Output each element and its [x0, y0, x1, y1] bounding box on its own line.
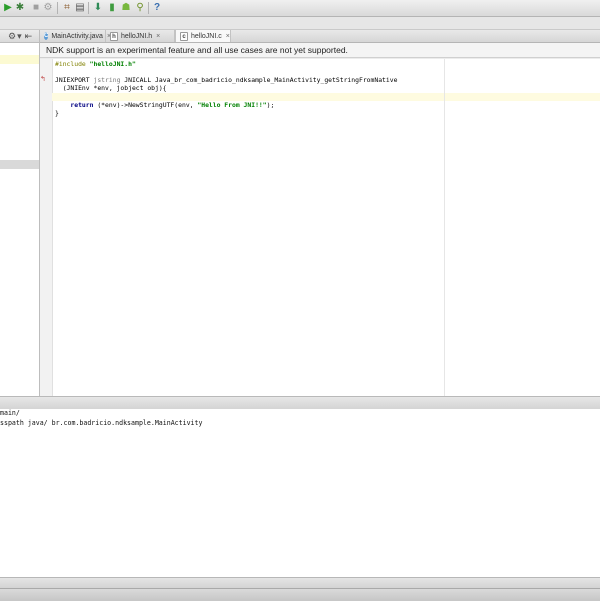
console-header[interactable] [0, 396, 600, 410]
tab-label: helloJNI.c [191, 32, 222, 40]
make-icon[interactable]: ⚙ [42, 1, 54, 15]
ndk-warning-banner: NDK support is an experimental feature a… [40, 43, 600, 58]
tab-hellojni-h[interactable]: h helloJNI.h × [106, 30, 175, 42]
monitor-icon[interactable]: ⚲ [134, 1, 146, 15]
editor-gutter[interactable]: ↰ [40, 59, 53, 396]
implements-marker-icon[interactable]: ↰ [40, 76, 46, 84]
tab-label: helloJNI.h [121, 32, 153, 40]
code-line-7[interactable]: } [55, 109, 59, 117]
toolbar-gap [0, 17, 600, 30]
tool-window-strip [0, 577, 600, 588]
ndk-warning-text: NDK support is an experimental feature a… [46, 45, 348, 55]
project-tree-highlight[interactable] [0, 55, 39, 64]
tab-label: MainActivity.java [51, 32, 103, 40]
project-structure-icon[interactable]: ▤ [74, 1, 86, 15]
android-icon[interactable]: ☗ [120, 1, 132, 15]
avd-manager-icon[interactable]: ▮ [106, 1, 118, 15]
chevron-down-icon[interactable]: ▾ [17, 31, 22, 42]
toolbar-separator [148, 2, 149, 14]
close-icon[interactable]: × [226, 33, 230, 40]
caret-line-highlight [52, 93, 600, 101]
header-file-icon: h [110, 31, 118, 41]
tab-main-activity[interactable]: C MainActivity.java × [40, 30, 111, 42]
tab-hellojni-c[interactable]: c helloJNI.c × [175, 30, 231, 42]
main-toolbar: ▶ ✱ ■ ⚙ ⌗ ▤ ⬇ ▮ ☗ ⚲ ? [0, 0, 600, 17]
project-tree-selected-row[interactable] [0, 160, 39, 169]
console-line: main/ [0, 409, 20, 417]
toolbar-separator [88, 2, 89, 14]
terminal-console[interactable]: main/ sspath java/ br.com.badricio.ndksa… [0, 409, 600, 577]
gear-icon[interactable]: ⚙ [8, 31, 16, 42]
code-editor[interactable]: ↰ #include "helloJNI.h" JNIEXPORT jstrin… [40, 59, 600, 396]
help-icon[interactable]: ? [151, 1, 163, 15]
code-line-6[interactable]: return (*env)->NewStringUTF(env, "Hello … [55, 101, 274, 109]
stop-icon[interactable]: ■ [30, 1, 42, 15]
right-margin-guide [444, 59, 445, 396]
editor-tab-bar: C MainActivity.java × h helloJNI.h × c h… [40, 30, 600, 43]
run-icon[interactable]: ▶ [2, 1, 14, 15]
structure-icon[interactable]: ⌗ [61, 1, 73, 15]
code-line-4[interactable]: (JNIEnv *env, jobject obj){ [55, 84, 167, 92]
c-file-icon: c [180, 31, 188, 41]
sdk-manager-icon[interactable]: ⬇ [92, 1, 104, 15]
debug-icon[interactable]: ✱ [14, 1, 26, 15]
toolbar-separator [57, 2, 58, 14]
code-line-1[interactable]: #include "helloJNI.h" [55, 60, 136, 68]
class-icon: C [44, 32, 49, 40]
status-bar [0, 588, 600, 601]
console-line: sspath java/ br.com.badricio.ndksample.M… [0, 419, 203, 427]
hide-pane-icon[interactable]: ⇤ [25, 31, 33, 42]
close-icon[interactable]: × [156, 33, 160, 40]
project-pane-settings[interactable]: ⚙ ▾ ⇤ [8, 30, 32, 42]
project-tool-window [0, 30, 40, 396]
code-line-3[interactable]: JNIEXPORT jstring JNICALL Java_br_com_ba… [55, 76, 397, 84]
